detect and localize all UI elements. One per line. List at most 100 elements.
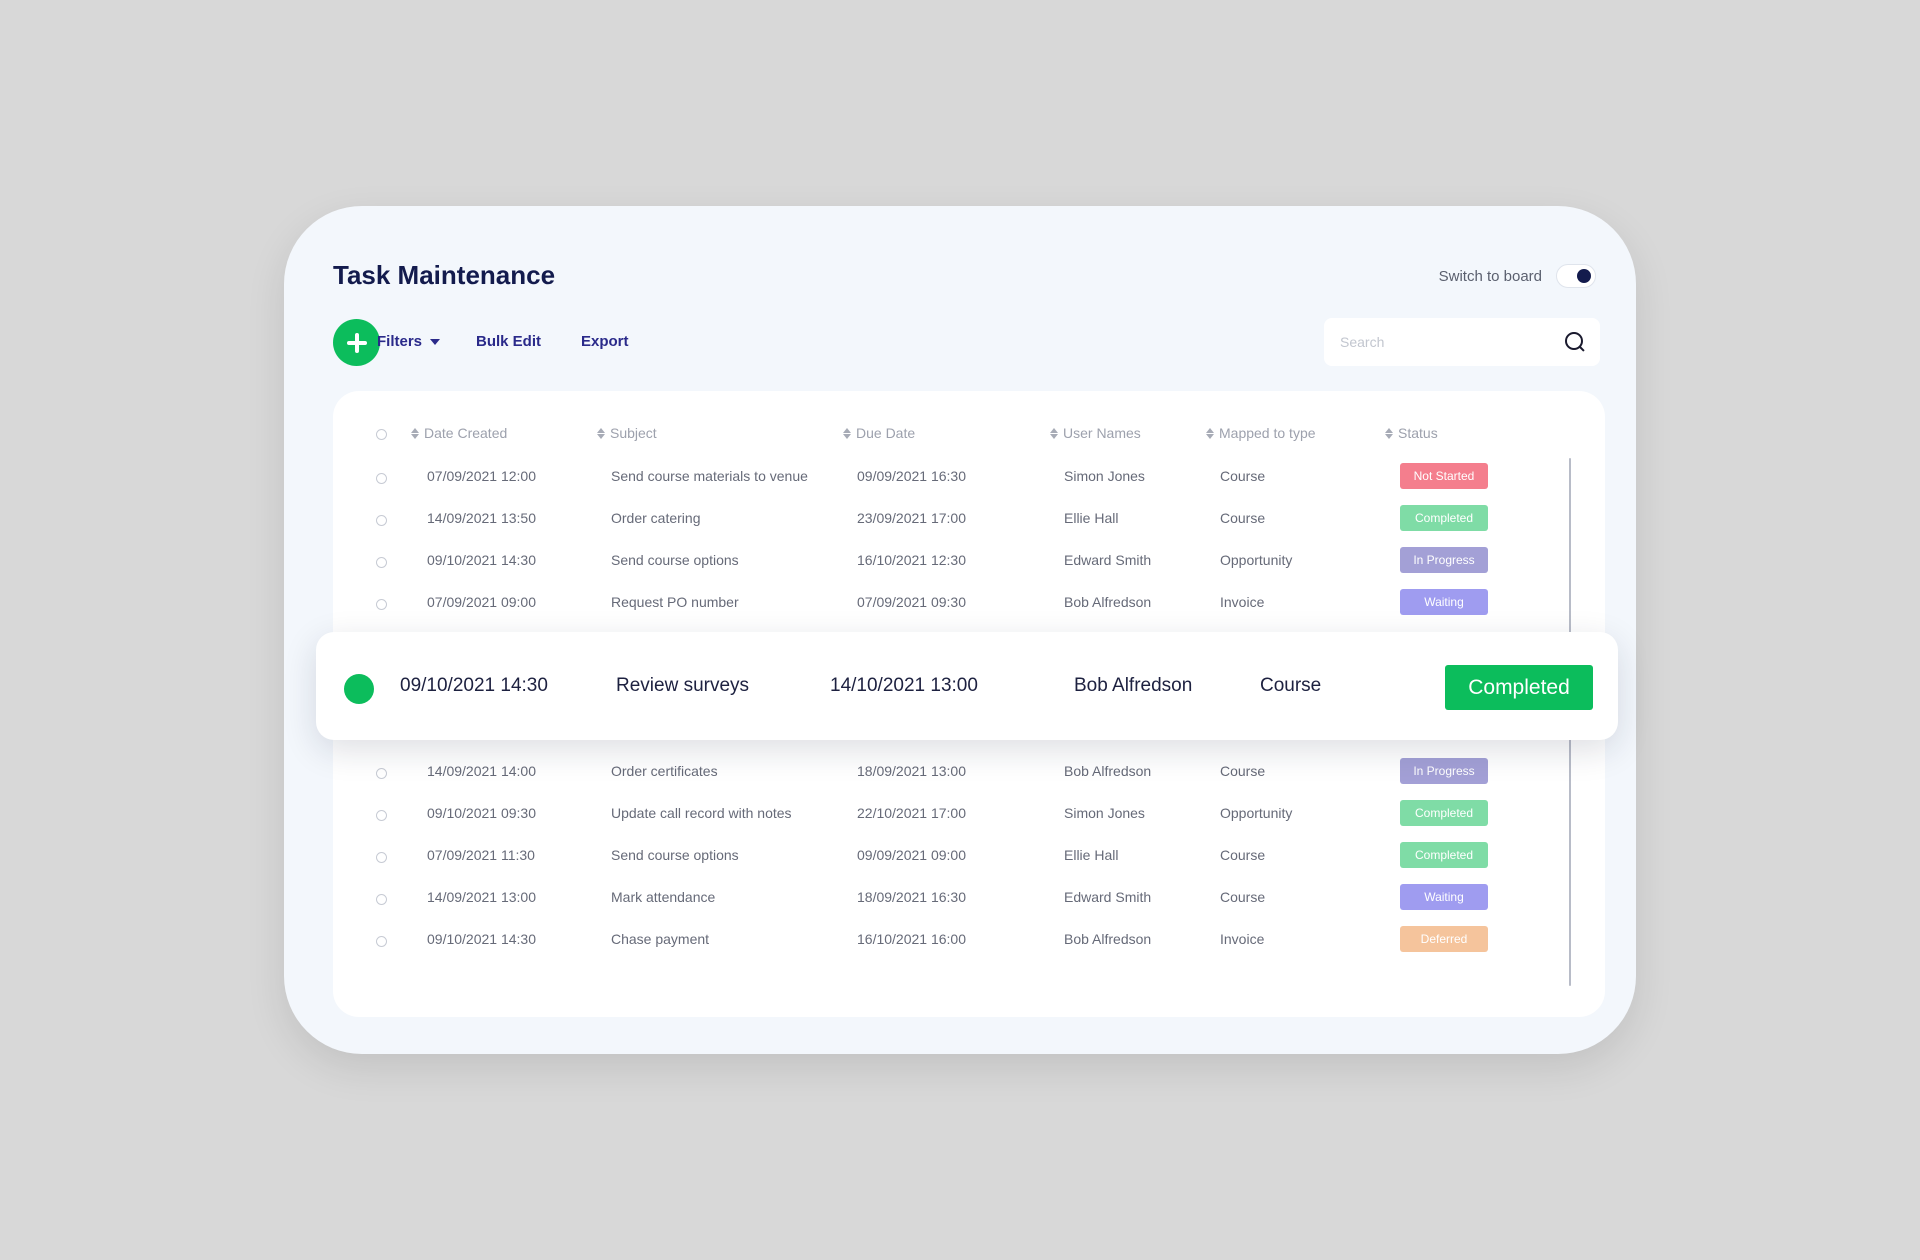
cell-mapped-type: Course <box>1220 468 1266 484</box>
column-header-label: User Names <box>1063 425 1141 441</box>
cell-mapped-type: Opportunity <box>1220 552 1293 568</box>
plus-icon <box>346 332 367 353</box>
cell-subject: Chase payment <box>611 931 710 947</box>
column-header-subject[interactable]: Subject <box>597 425 657 441</box>
cell-user-name: Edward Smith <box>1064 889 1152 905</box>
cell-due-date: 09/09/2021 09:00 <box>857 847 966 863</box>
page-title: Task Maintenance <box>333 260 556 290</box>
column-header-user-names[interactable]: User Names <box>1050 425 1141 441</box>
column-header-mapped-to-type[interactable]: Mapped to type <box>1206 425 1316 441</box>
caret-down-icon <box>430 338 441 345</box>
cell-user-name: Edward Smith <box>1064 552 1152 568</box>
column-header-date-created[interactable]: Date Created <box>411 425 507 441</box>
search-icon[interactable] <box>1564 331 1586 353</box>
cell-due-date: 09/09/2021 16:30 <box>857 468 966 484</box>
cell-subject: Mark attendance <box>611 889 716 905</box>
status-badge: Waiting <box>1400 884 1488 910</box>
row-select-radio[interactable] <box>376 599 387 610</box>
highlighted-row[interactable]: 09/10/2021 14:30 Review surveys 14/10/20… <box>316 632 1618 740</box>
cell-mapped-type: Invoice <box>1220 594 1265 610</box>
row-select-radio[interactable] <box>376 894 387 905</box>
cell-due-date: 16/10/2021 12:30 <box>857 552 966 568</box>
column-header-status[interactable]: Status <box>1385 425 1438 441</box>
cell-subject: Send course materials to venue <box>611 468 808 484</box>
export-button[interactable]: Export <box>581 333 629 350</box>
switch-label: Switch to board <box>1438 267 1542 285</box>
cell-user-name: Ellie Hall <box>1064 510 1119 526</box>
cell-due-date: 18/09/2021 13:00 <box>857 763 966 779</box>
sort-icon <box>411 427 419 439</box>
board-toggle[interactable] <box>1556 264 1596 288</box>
cell-user-name: Bob Alfredson <box>1064 931 1152 947</box>
toggle-knob <box>1577 269 1591 283</box>
sort-icon <box>843 427 851 439</box>
cell-due-date: 23/09/2021 17:00 <box>857 510 966 526</box>
cell-user-name: Simon Jones <box>1064 805 1145 821</box>
cell-subject: Send course options <box>611 847 739 863</box>
cell-due-date: 07/09/2021 09:30 <box>857 594 966 610</box>
status-badge: Completed <box>1400 800 1488 826</box>
cell-subject: Order certificates <box>611 763 718 779</box>
row-select-radio[interactable] <box>376 810 387 821</box>
status-badge: Completed <box>1400 842 1488 868</box>
filters-label: Filters <box>377 333 423 350</box>
cell-user-name: Bob Alfredson <box>1064 594 1152 610</box>
add-task-button[interactable] <box>333 319 380 366</box>
column-header-label: Mapped to type <box>1219 425 1316 441</box>
cell-date-created: 07/09/2021 11:30 <box>427 847 535 863</box>
row-select-radio[interactable] <box>376 515 387 526</box>
cell-user-name: Ellie Hall <box>1064 847 1119 863</box>
cell-due-date: 22/10/2021 17:00 <box>857 805 966 821</box>
cell-date-created: 14/09/2021 13:50 <box>427 510 536 526</box>
cell-mapped-type: Course <box>1220 510 1266 526</box>
search-input[interactable] <box>1340 334 1564 350</box>
row-select-radio[interactable] <box>376 768 387 779</box>
switch-to-board: Switch to board <box>1439 264 1596 288</box>
row-select-radio[interactable] <box>376 473 387 484</box>
cell-user-name: Bob Alfredson <box>1064 763 1152 779</box>
cell-subject: Update call record with notes <box>611 805 792 821</box>
row-selected-indicator[interactable] <box>344 674 374 704</box>
cell-subject: Order catering <box>611 510 701 526</box>
sort-icon <box>597 427 605 439</box>
row-select-radio[interactable] <box>376 936 387 947</box>
status-badge: Completed <box>1400 505 1488 531</box>
status-badge: In Progress <box>1400 547 1488 573</box>
column-header-label: Subject <box>610 425 657 441</box>
filters-button[interactable]: Filters <box>377 333 441 350</box>
cell-date-created: 07/09/2021 09:00 <box>427 594 536 610</box>
cell-subject: Request PO number <box>611 594 739 610</box>
cell-mapped-type: Invoice <box>1220 931 1265 947</box>
cell-date-created: 09/10/2021 09:30 <box>427 805 536 821</box>
cell-date-created: 07/09/2021 12:00 <box>427 468 536 484</box>
status-badge: Waiting <box>1400 589 1488 615</box>
row-select-radio[interactable] <box>376 557 387 568</box>
app-window: Task Maintenance Switch to board Filters… <box>284 206 1636 1054</box>
cell-date-created: 14/09/2021 13:00 <box>427 889 536 905</box>
cell-mapped-type: Course <box>1220 889 1266 905</box>
cell-due-date: 16/10/2021 16:00 <box>857 931 966 947</box>
cell-date-created: 09/10/2021 14:30 <box>427 552 536 568</box>
cell-user-name: Simon Jones <box>1064 468 1145 484</box>
select-all-radio[interactable] <box>376 429 387 440</box>
cell-mapped-type: Course <box>1260 675 1322 696</box>
column-header-label: Due Date <box>856 425 916 441</box>
bulk-edit-button[interactable]: Bulk Edit <box>476 333 541 350</box>
cell-subject: Send course options <box>611 552 739 568</box>
search-box <box>1324 318 1600 366</box>
cell-user-name: Bob Alfredson <box>1074 675 1193 696</box>
column-header-label: Status <box>1398 425 1438 441</box>
cell-subject: Review surveys <box>616 675 750 696</box>
cell-mapped-type: Opportunity <box>1220 805 1293 821</box>
cell-date-created: 09/10/2021 14:30 <box>427 931 536 947</box>
cell-date-created: 14/09/2021 14:00 <box>427 763 536 779</box>
status-badge: Completed <box>1445 665 1593 710</box>
status-badge: Deferred <box>1400 926 1488 952</box>
status-badge: Not Started <box>1400 463 1488 489</box>
column-header-due-date[interactable]: Due Date <box>843 425 915 441</box>
row-select-radio[interactable] <box>376 852 387 863</box>
sort-icon <box>1050 427 1058 439</box>
cell-mapped-type: Course <box>1220 763 1266 779</box>
cell-due-date: 14/10/2021 13:00 <box>830 675 978 696</box>
status-badge: In Progress <box>1400 758 1488 784</box>
